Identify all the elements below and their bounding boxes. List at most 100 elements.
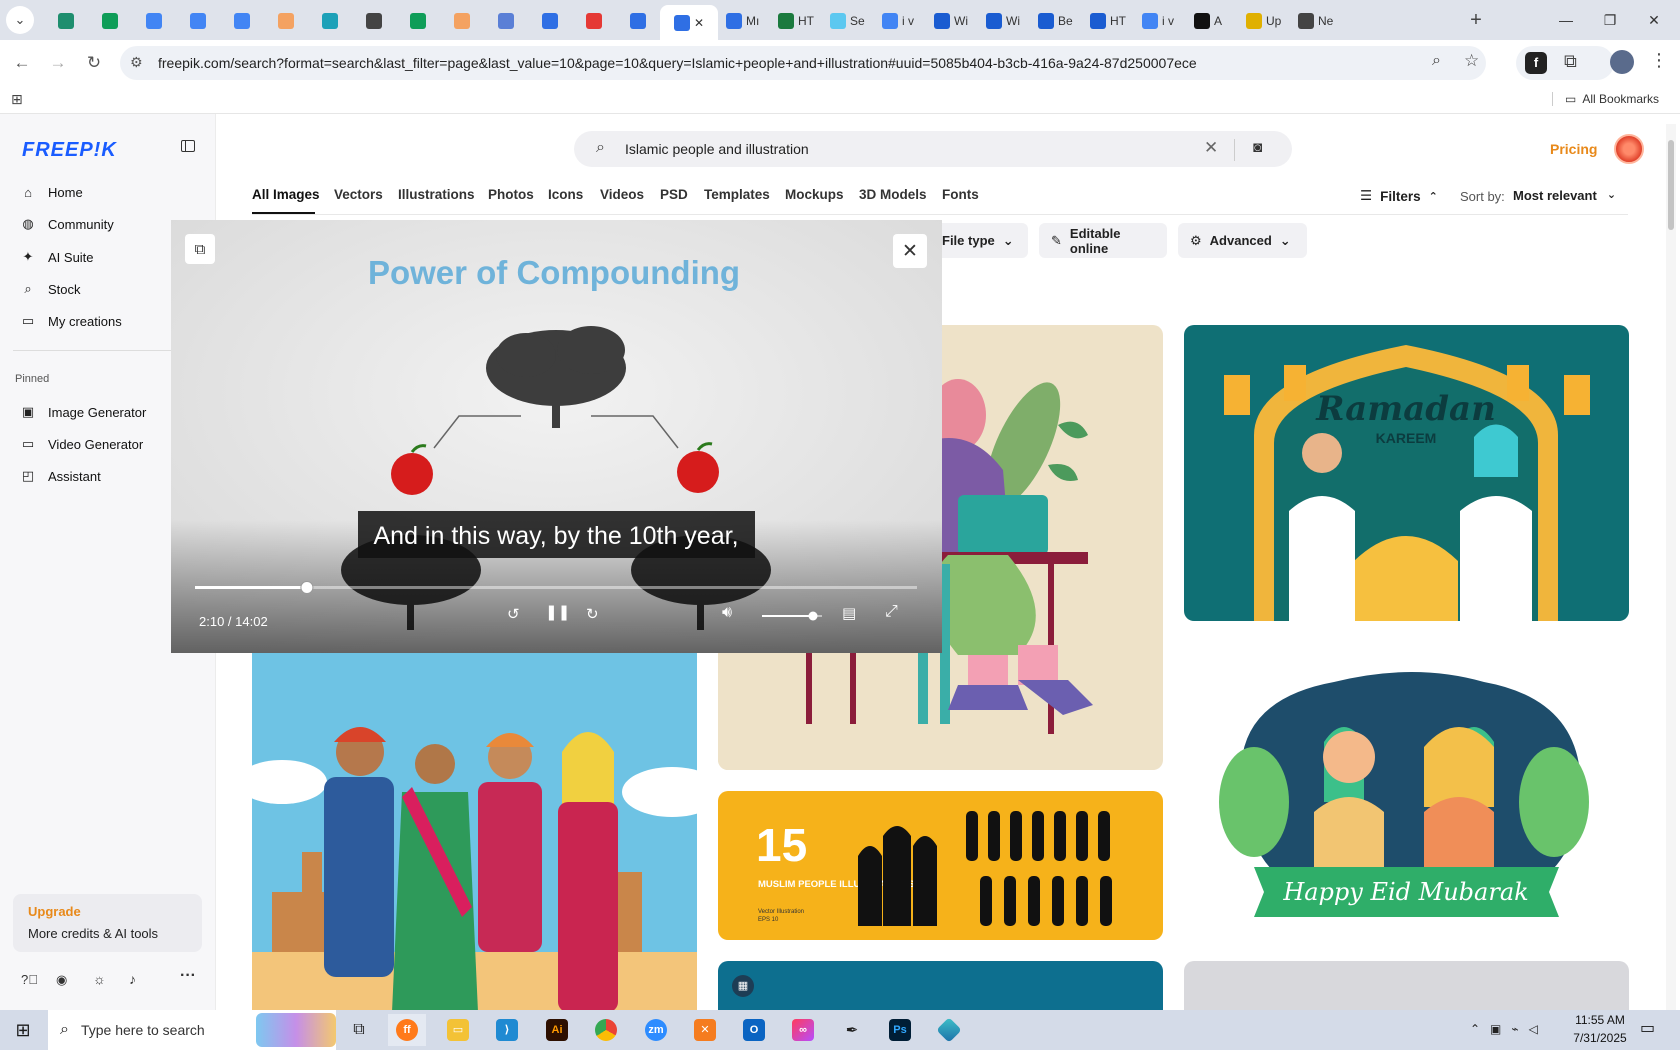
collapse-sidebar-icon[interactable]: [181, 140, 195, 152]
close-video-button[interactable]: ✕: [893, 234, 927, 268]
browser-tab[interactable]: [132, 6, 176, 36]
tab-psd[interactable]: PSD: [660, 187, 688, 202]
more-icon[interactable]: ···: [180, 967, 196, 985]
tab-photos[interactable]: Photos: [488, 187, 534, 202]
tab-search-button[interactable]: ⌄: [6, 6, 34, 34]
browser-tab[interactable]: [44, 6, 88, 36]
photoshop-icon[interactable]: Ps: [881, 1014, 919, 1046]
new-tab-button[interactable]: +: [1462, 6, 1490, 34]
task-view-icon[interactable]: ⧉: [340, 1014, 378, 1046]
back-to-tab-icon[interactable]: ⧉: [185, 234, 215, 264]
scrollbar-thumb[interactable]: [1668, 140, 1674, 230]
search-input[interactable]: Islamic people and illustration: [625, 141, 809, 157]
tab-icons[interactable]: Icons: [548, 187, 583, 202]
tab-3d-models[interactable]: 3D Models: [859, 187, 927, 202]
browser-tab[interactable]: [484, 6, 528, 36]
rewind-10-icon[interactable]: ↺: [507, 605, 520, 623]
bookmark-star-icon[interactable]: ☆: [1464, 51, 1479, 71]
browser-tab[interactable]: Se: [822, 6, 874, 36]
volume-handle[interactable]: [808, 611, 818, 621]
tab-videos[interactable]: Videos: [600, 187, 644, 202]
font-extension-icon[interactable]: f: [1525, 52, 1547, 74]
sidebar-item-ai-suite[interactable]: ✦ AI Suite: [20, 243, 94, 271]
browser-tab[interactable]: Up: [1238, 6, 1290, 36]
image-card-muslim-people[interactable]: 15 MUSLIM PEOPLE ILLUSTRATIONS Vector Il…: [718, 791, 1163, 940]
profile-avatar[interactable]: [1610, 50, 1634, 74]
file-type-filter[interactable]: File type ⌄: [930, 223, 1028, 258]
taskbar-search[interactable]: ⌕ Type here to search: [48, 1010, 336, 1050]
notifications-icon[interactable]: ▭: [1640, 1018, 1655, 1038]
clear-search-icon[interactable]: ✕: [1204, 138, 1218, 158]
browser-tab[interactable]: Ne: [1290, 6, 1342, 36]
video-player[interactable]: Power of Compounding And in this way, by…: [171, 220, 942, 653]
clock-date[interactable]: 7/31/2025: [1564, 1031, 1636, 1045]
search-bar[interactable]: ⌕ Islamic people and illustration ✕ ◙: [574, 131, 1292, 167]
fullscreen-icon[interactable]: ⤢: [885, 603, 898, 621]
sort-dropdown[interactable]: Most relevant ⌄: [1513, 188, 1616, 203]
browser-tab[interactable]: i v: [874, 6, 926, 36]
site-info-icon[interactable]: ⚙: [130, 54, 143, 71]
browser-tab[interactable]: Wi: [978, 6, 1030, 36]
captions-icon[interactable]: ▤: [842, 604, 856, 622]
chrome-icon[interactable]: [587, 1014, 625, 1046]
bell-icon[interactable]: ♪: [129, 971, 136, 987]
freepik-logo[interactable]: FREEP!K: [22, 139, 117, 162]
zoom-app-icon[interactable]: zm: [637, 1014, 675, 1046]
browser-tab[interactable]: Be: [1030, 6, 1082, 36]
illustrator-icon[interactable]: Ai: [538, 1014, 576, 1046]
xampp-icon[interactable]: ✕: [686, 1014, 724, 1046]
clock-time[interactable]: 11:55 AM: [1564, 1013, 1636, 1027]
system-tray-icons[interactable]: ⌃▣⌁◁: [1470, 1022, 1548, 1036]
minimize-button[interactable]: —: [1546, 8, 1586, 32]
theme-sun-icon[interactable]: ☼: [93, 971, 106, 987]
forward-10-icon[interactable]: ↻: [586, 605, 599, 623]
camera-icon[interactable]: ◙: [1253, 139, 1262, 156]
advanced-filter[interactable]: ⚙ Advanced ⌄: [1178, 223, 1307, 258]
browser-tab[interactable]: [352, 6, 396, 36]
browser-tab[interactable]: [616, 6, 660, 36]
app-icon[interactable]: [930, 1014, 968, 1046]
browser-tab[interactable]: i v: [1134, 6, 1186, 36]
browser-tab[interactable]: HT: [770, 6, 822, 36]
file-explorer-icon[interactable]: ▭: [439, 1014, 477, 1046]
tab-all-images[interactable]: All Images: [252, 187, 320, 202]
editable-online-filter[interactable]: ✎ Editable online: [1039, 223, 1167, 258]
menu-kebab-icon[interactable]: ⋮: [1650, 50, 1668, 71]
reload-button[interactable]: ↻: [81, 50, 107, 76]
sidebar-item-stock[interactable]: ⌕ Stock: [20, 275, 80, 303]
browser-tab[interactable]: [308, 6, 352, 36]
tab-vectors[interactable]: Vectors: [334, 187, 383, 202]
browser-tab[interactable]: [264, 6, 308, 36]
browser-tab[interactable]: [440, 6, 484, 36]
image-card-ramadan-kareem[interactable]: Ramadan KAREEM: [1184, 325, 1629, 621]
url-text[interactable]: freepik.com/search?format=search&last_fi…: [158, 55, 1197, 71]
pause-icon[interactable]: ❚❚: [545, 603, 570, 621]
vscode-icon[interactable]: ⟩: [488, 1014, 526, 1046]
tab-mockups[interactable]: Mockups: [785, 187, 844, 202]
pen-tool-icon[interactable]: ✒: [833, 1014, 871, 1046]
sidebar-item-video-generator[interactable]: ▭ Video Generator: [20, 430, 143, 458]
sidebar-item-image-generator[interactable]: ▣ Image Generator: [20, 398, 146, 426]
user-avatar[interactable]: [1614, 134, 1644, 164]
all-bookmarks-button[interactable]: ▭ All Bookmarks: [1552, 92, 1659, 106]
browser-tab[interactable]: A: [1186, 6, 1238, 36]
browser-tab[interactable]: [176, 6, 220, 36]
sidebar-item-home[interactable]: ⌂ Home: [20, 178, 83, 206]
upgrade-card[interactable]: Upgrade More credits & AI tools: [13, 894, 202, 952]
tab-illustrations[interactable]: Illustrations: [398, 187, 475, 202]
forward-button[interactable]: →: [45, 50, 71, 76]
back-button[interactable]: ←: [9, 50, 35, 76]
start-button[interactable]: ⊞: [4, 1014, 42, 1046]
outlook-icon[interactable]: O: [735, 1014, 773, 1046]
discord-icon[interactable]: ◉: [56, 972, 67, 988]
pricing-link[interactable]: Pricing: [1550, 141, 1597, 157]
browser-tab[interactable]: [572, 6, 616, 36]
browser-tab[interactable]: [220, 6, 264, 36]
browser-tab[interactable]: HT: [1082, 6, 1134, 36]
zoom-icon[interactable]: ⌕: [1432, 52, 1441, 70]
help-icon[interactable]: ?⃝: [21, 972, 38, 987]
tab-fonts[interactable]: Fonts: [942, 187, 979, 202]
puzzle-icon[interactable]: ⧉: [1564, 51, 1577, 72]
firefox-taskbar-icon[interactable]: ff: [388, 1014, 426, 1046]
tab-active[interactable]: ✕: [660, 5, 718, 40]
